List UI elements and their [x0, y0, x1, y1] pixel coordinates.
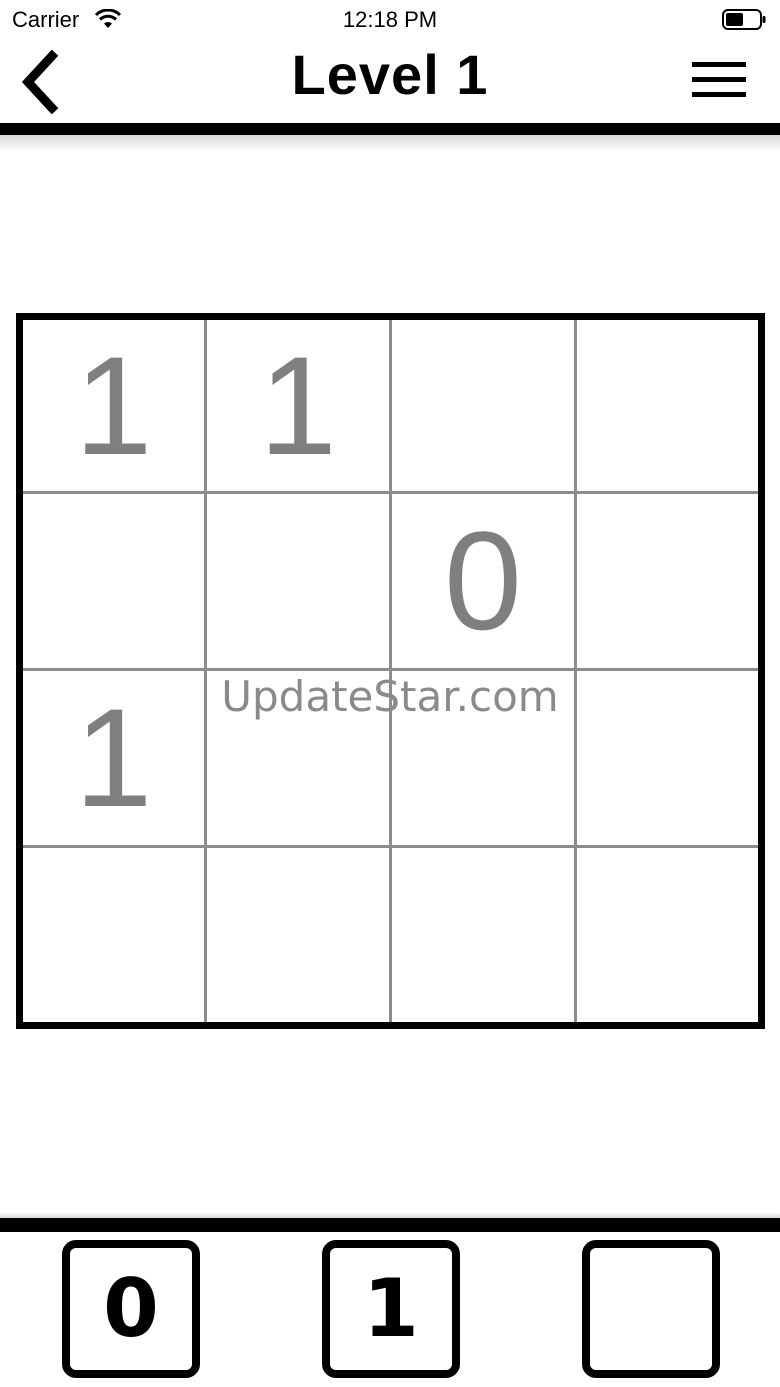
grid-cell-r2-c1[interactable] [23, 494, 204, 668]
footer-divider [0, 1218, 780, 1232]
grid-cell-r1-c4[interactable] [577, 320, 758, 491]
page-title: Level 1 [291, 43, 489, 106]
battery-icon [722, 9, 766, 30]
grid-cell-r2-c2[interactable] [207, 494, 389, 668]
grid-cell-r1-c1[interactable]: 1 [23, 320, 204, 491]
input-one-label: 1 [363, 1262, 419, 1355]
grid-cell-r2-c4[interactable] [577, 494, 758, 668]
input-clear-button[interactable] [582, 1240, 720, 1378]
grid-cell-r4-c1[interactable] [23, 848, 204, 1022]
nav-bar: Level 1 [0, 40, 780, 124]
puzzle-grid: 1101 [16, 313, 765, 1029]
status-time: 12:18 PM [342, 7, 438, 32]
header-shadow [0, 135, 780, 151]
grid-cell-r4-c3[interactable] [392, 848, 574, 1022]
grid-cell-value: 0 [444, 502, 522, 659]
grid-cell-r2-c3[interactable]: 0 [392, 494, 574, 668]
grid-cell-r4-c2[interactable] [207, 848, 389, 1022]
status-bar: Carrier 12:18 PM [0, 0, 780, 40]
grid-cell-r4-c4[interactable] [577, 848, 758, 1022]
grid-cell-r1-c2[interactable]: 1 [207, 320, 389, 491]
input-one-button[interactable]: 1 [322, 1240, 460, 1378]
input-zero-label: 0 [103, 1262, 159, 1355]
header-divider [0, 123, 780, 135]
grid-cell-r1-c3[interactable] [392, 320, 574, 491]
grid-cell-value: 1 [74, 326, 153, 484]
watermark-text: UpdateStar.com [221, 672, 559, 721]
hamburger-menu-icon[interactable] [692, 60, 746, 100]
grid-cell-value: 1 [259, 326, 337, 484]
input-zero-button[interactable]: 0 [62, 1240, 200, 1378]
